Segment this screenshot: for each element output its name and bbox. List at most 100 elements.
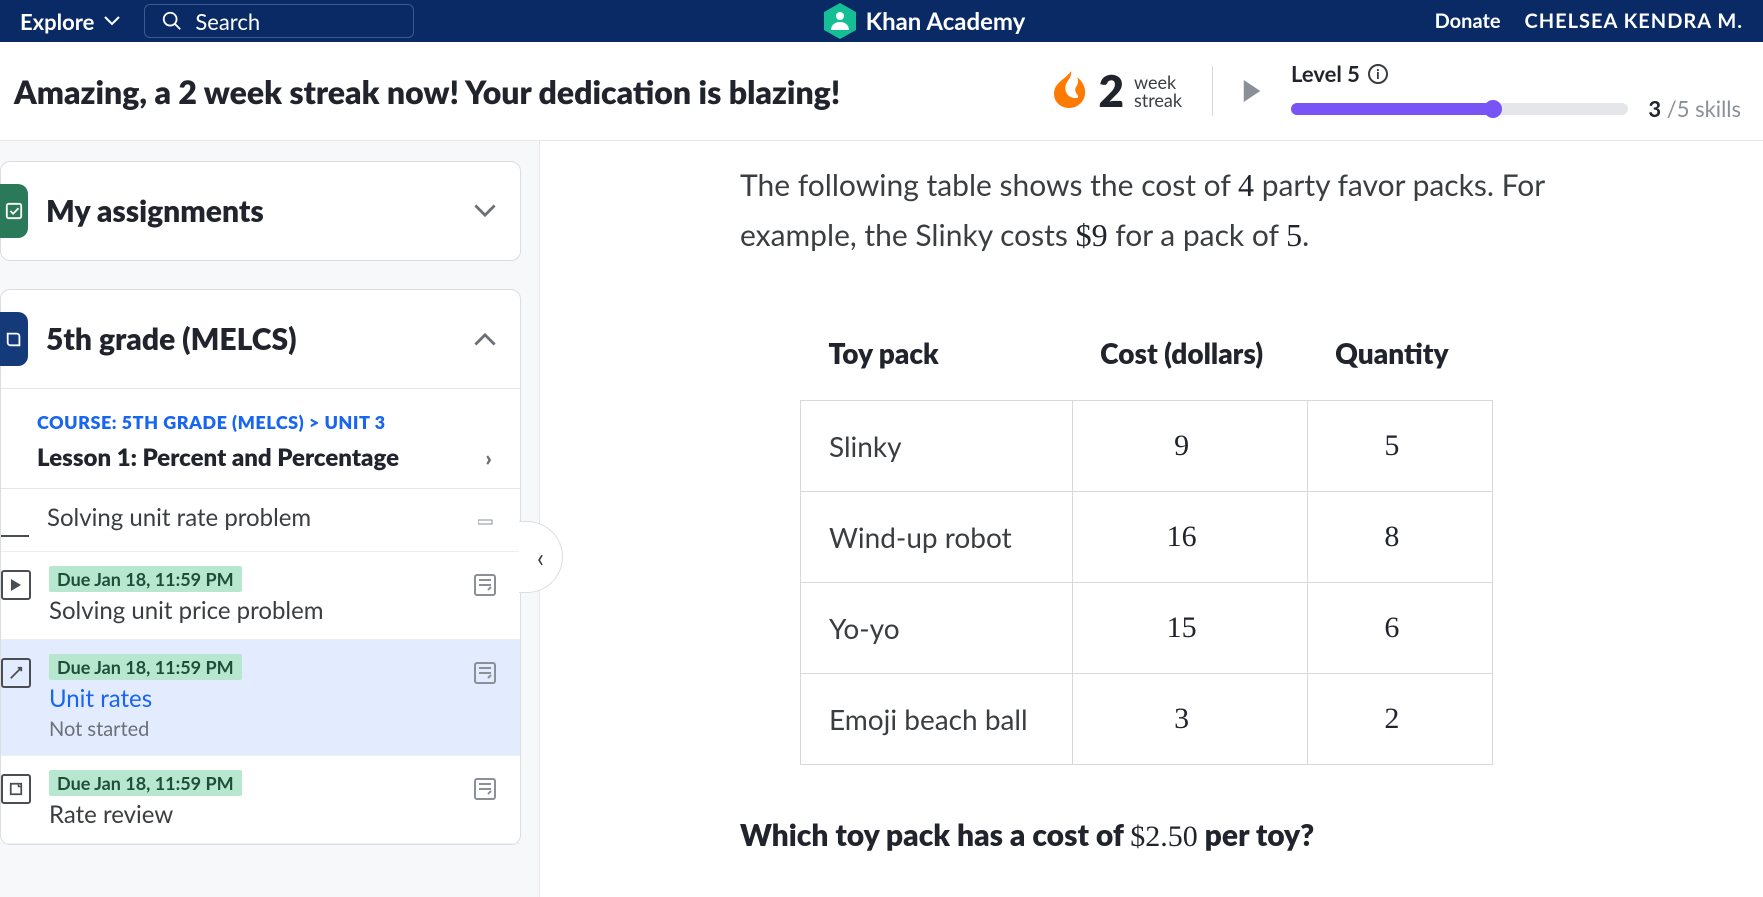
lesson-name: Solving unit rate problem (47, 503, 460, 532)
progress-icon (474, 778, 496, 804)
skills-done: 3 (1648, 95, 1661, 122)
assignments-title: My assignments (46, 193, 456, 229)
cell-qty: 5 (1307, 401, 1492, 492)
streak-unit-bottom: streak (1134, 91, 1182, 109)
exercise-icon (1, 658, 31, 688)
brand-logo[interactable]: Khan Academy (824, 3, 1026, 39)
course-icon (0, 312, 28, 366)
lesson-body: Due Jan 18, 11:59 PMUnit ratesNot starte… (49, 654, 456, 741)
chevron-right-icon: › (485, 444, 492, 471)
khan-logo-icon (824, 3, 856, 39)
chevron-down-icon (104, 16, 120, 26)
col-header-qty: Quantity (1307, 320, 1492, 401)
lesson-type-icon (1, 507, 29, 537)
video-icon (1, 570, 31, 600)
lesson-name: Solving unit price problem (49, 596, 456, 625)
crumb-sep: > (309, 411, 320, 433)
prompt-n1: 4 (1238, 167, 1254, 203)
prompt-n2: $9 (1076, 217, 1108, 253)
progress-icon (478, 511, 496, 530)
question-a: Which toy pack has a cost of (740, 817, 1130, 853)
crumb-unit: UNIT 3 (324, 411, 385, 433)
lesson-status: Not started (49, 717, 456, 741)
level-progress-row: 3 /5 skills (1291, 95, 1741, 122)
flame-icon (1054, 71, 1088, 111)
lesson-name: Unit rates (49, 684, 456, 713)
lesson-title-text: Lesson 1: Percent and Percentage (37, 443, 399, 472)
cell-toy: Wind-up robot (801, 492, 1073, 583)
cell-cost: 9 (1072, 401, 1307, 492)
cell-toy: Emoji beach ball (801, 674, 1073, 765)
lesson-item[interactable]: Due Jan 18, 11:59 PM Rate review (1, 756, 520, 844)
streak-number: 2 (1098, 69, 1124, 113)
level-progress-bar (1291, 103, 1628, 115)
question-price: $2.50 (1130, 820, 1198, 853)
chevron-up-icon (474, 332, 496, 346)
banner-right: 2 week streak Level 5 i 3 /5 skills (1054, 60, 1741, 122)
explore-label: Explore (20, 8, 94, 35)
assignments-icon (0, 184, 28, 238)
question-b: per toy? (1198, 817, 1315, 853)
lesson-item[interactable]: Due Jan 18, 11:59 PMUnit ratesNot starte… (1, 640, 520, 756)
lesson-item[interactable]: Solving unit rate problem (1, 489, 520, 552)
course-header[interactable]: 5th grade (MELCS) (1, 290, 520, 389)
chevron-down-icon (474, 204, 496, 218)
course-card: 5th grade (MELCS) COURSE: 5TH GRADE (MEL… (0, 289, 521, 845)
play-icon[interactable] (1243, 80, 1261, 102)
problem-prompt: The following table shows the cost of 4 … (740, 161, 1640, 260)
main-layout: My assignments 5th grade (MELCS) COURSE:… (0, 141, 1763, 897)
user-menu[interactable]: CHELSEA KENDRA M. (1525, 9, 1744, 33)
table-row: Emoji beach ball32 (801, 674, 1493, 765)
streak-banner: Amazing, a 2 week streak now! Your dedic… (0, 42, 1763, 141)
info-icon[interactable]: i (1368, 64, 1388, 84)
cell-toy: Slinky (801, 401, 1073, 492)
top-nav-left: Explore Search (20, 4, 414, 38)
col-header-cost: Cost (dollars) (1072, 320, 1307, 401)
data-table-wrap: Toy pack Cost (dollars) Quantity Slinky9… (800, 320, 1703, 765)
lesson-list: Solving unit rate problem Due Jan 18, 11:… (1, 488, 520, 844)
cell-cost: 16 (1072, 492, 1307, 583)
lesson-name: Rate review (49, 800, 456, 829)
level-label: Level 5 (1291, 60, 1360, 87)
lesson-body: Due Jan 18, 11:59 PM Solving unit price p… (49, 566, 456, 625)
table-row: Wind-up robot168 (801, 492, 1493, 583)
top-nav: Explore Search Khan Academy Donate CHELS… (0, 0, 1763, 42)
level-progress-fill (1291, 103, 1493, 115)
search-icon (161, 10, 183, 32)
level-block: Level 5 i 3 /5 skills (1291, 60, 1741, 122)
cell-qty: 6 (1307, 583, 1492, 674)
progress-icon (474, 662, 496, 688)
cell-qty: 8 (1307, 492, 1492, 583)
sidebar: My assignments 5th grade (MELCS) COURSE:… (0, 141, 540, 897)
cell-cost: 15 (1072, 583, 1307, 674)
crumb-course: COURSE: 5TH GRADE (MELCS) (37, 411, 304, 433)
top-nav-right: Donate CHELSEA KENDRA M. (1435, 9, 1743, 33)
cell-qty: 2 (1307, 674, 1492, 765)
explore-menu[interactable]: Explore (20, 8, 120, 35)
assignments-card[interactable]: My assignments (0, 161, 521, 261)
prompt-c: for a pack of (1108, 217, 1287, 253)
prompt-d: . (1302, 217, 1309, 253)
level-progress-knob (1484, 100, 1502, 118)
skills-count: 3 /5 skills (1648, 95, 1741, 122)
due-badge: Due Jan 18, 11:59 PM (49, 566, 242, 592)
lesson-header[interactable]: Lesson 1: Percent and Percentage › (1, 439, 520, 488)
cell-toy: Yo-yo (801, 583, 1073, 674)
content-area: The following table shows the cost of 4 … (540, 141, 1763, 897)
problem-question: Which toy pack has a cost of $2.50 per t… (740, 817, 1703, 854)
brand-name: Khan Academy (866, 7, 1026, 36)
divider (1212, 66, 1213, 116)
due-badge: Due Jan 18, 11:59 PM (49, 770, 242, 796)
article-icon (1, 774, 31, 804)
col-header-toy: Toy pack (801, 320, 1073, 401)
search-input[interactable]: Search (144, 4, 414, 38)
streak-message: Amazing, a 2 week streak now! Your dedic… (14, 72, 840, 111)
search-placeholder: Search (195, 8, 260, 35)
chevron-left-icon: ‹ (537, 541, 544, 573)
skills-total: /5 skills (1667, 95, 1741, 122)
cell-cost: 3 (1072, 674, 1307, 765)
breadcrumb[interactable]: COURSE: 5TH GRADE (MELCS) > UNIT 3 (1, 389, 520, 439)
level-title: Level 5 i (1291, 60, 1741, 87)
donate-link[interactable]: Donate (1435, 9, 1501, 33)
lesson-item[interactable]: Due Jan 18, 11:59 PM Solving unit price p… (1, 552, 520, 640)
